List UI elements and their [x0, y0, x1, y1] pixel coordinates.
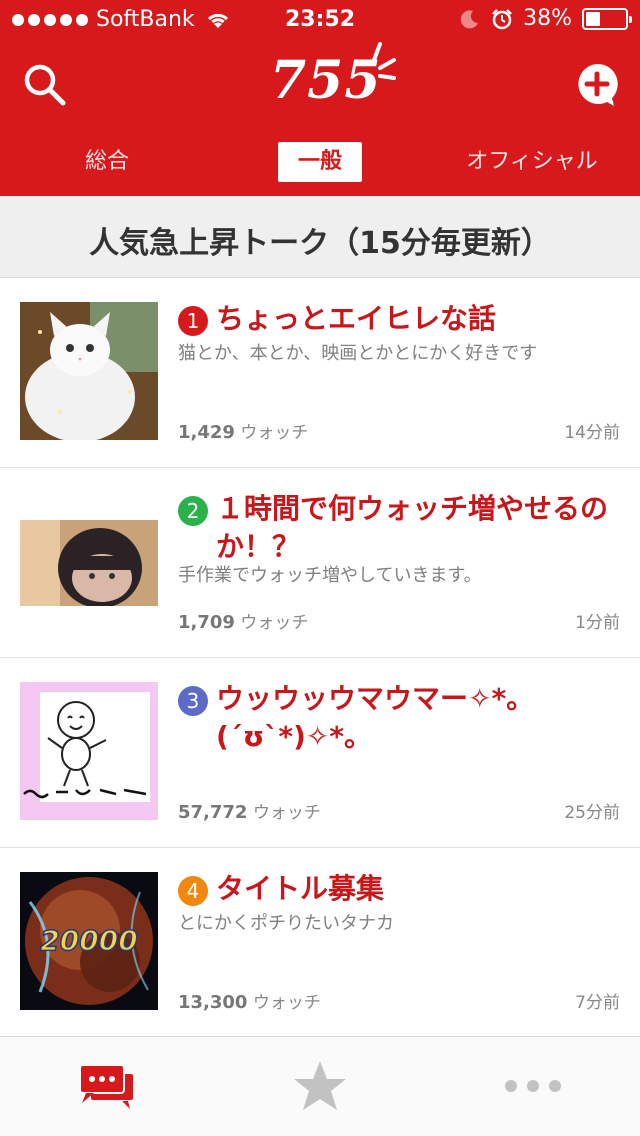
talk-title: ちょっとエイヒレな話	[216, 302, 497, 335]
battery-percentage: 38%	[523, 6, 572, 31]
thumbnail-text: 20000	[40, 924, 137, 957]
search-icon[interactable]	[20, 60, 68, 108]
talk-row[interactable]: 20000 4 タイトル募集 とにかくポチりたいタナカ 13,300 ウォッチ …	[0, 848, 640, 1038]
talk-row[interactable]: 3 ウッウッウマウマー✧*。(´ʊ`*)✧*。 57,772 ウォッチ 25分前	[0, 658, 640, 848]
talk-description: とにかくポチりたいタナカ	[178, 913, 394, 934]
rank-badge: 3	[178, 686, 208, 716]
watch-count: 1,429 ウォッチ	[178, 422, 309, 443]
section-header: 人気急上昇トーク（15分毎更新）	[0, 196, 640, 278]
tab-general[interactable]: 一般	[278, 142, 362, 182]
talk-row[interactable]: 1 ちょっとエイヒレな話 猫とか、本とか、映画とかとにかく好きです 1,429 …	[0, 278, 640, 468]
talk-thumbnail	[20, 682, 158, 820]
battery-icon	[582, 7, 632, 30]
app-header: SoftBank 23:52 38% 755 総合 一般 オフィシャル	[0, 0, 640, 196]
talk-row[interactable]: 2 １時間で何ウォッチ増やせるのか！？ 手作業でウォッチ増やしていきます。 1,…	[0, 468, 640, 658]
watch-count: 13,300 ウォッチ	[178, 992, 321, 1013]
status-bar: SoftBank 23:52 38%	[0, 0, 640, 40]
category-tabs: 総合 一般 オフィシャル	[0, 142, 640, 182]
rank-badge: 4	[178, 876, 208, 906]
talk-thumbnail: 20000	[20, 872, 158, 1010]
rank-badge: 1	[178, 306, 208, 336]
tab-official[interactable]: オフィシャル	[452, 142, 612, 182]
talk-description: 手作業でウォッチ増やしていきます。	[178, 565, 482, 586]
rank-badge: 2	[178, 496, 208, 526]
updated-time: 14分前	[564, 423, 620, 443]
updated-time: 1分前	[575, 613, 620, 633]
section-title: 人気急上昇トーク（15分毎更新）	[89, 226, 551, 261]
chat-bubbles-icon[interactable]	[78, 1063, 136, 1111]
talk-title: １時間で何ウォッチ増やせるのか！？	[216, 492, 609, 563]
app-logo: 755	[260, 42, 400, 120]
watch-count: 57,772 ウォッチ	[178, 802, 321, 823]
tab-overall[interactable]: 総合	[40, 142, 174, 182]
do-not-disturb-icon	[460, 9, 479, 28]
updated-time: 7分前	[575, 993, 620, 1013]
watch-count: 1,709 ウォッチ	[178, 612, 309, 633]
talk-thumbnail	[20, 520, 158, 606]
talk-thumbnail	[20, 302, 158, 440]
add-talk-icon[interactable]	[574, 62, 620, 108]
more-dots-icon[interactable]	[504, 1079, 562, 1093]
bottom-tab-bar	[0, 1036, 640, 1136]
talk-description: 猫とか、本とか、映画とかとにかく好きです	[178, 343, 538, 364]
updated-time: 25分前	[564, 803, 620, 823]
talk-title: タイトル募集	[216, 872, 385, 905]
logo-sparkle-icon	[372, 42, 396, 80]
talk-title: ウッウッウマウマー✧*。(´ʊ`*)✧*。	[216, 682, 535, 753]
star-icon[interactable]	[292, 1059, 348, 1113]
alarm-icon	[492, 8, 512, 29]
